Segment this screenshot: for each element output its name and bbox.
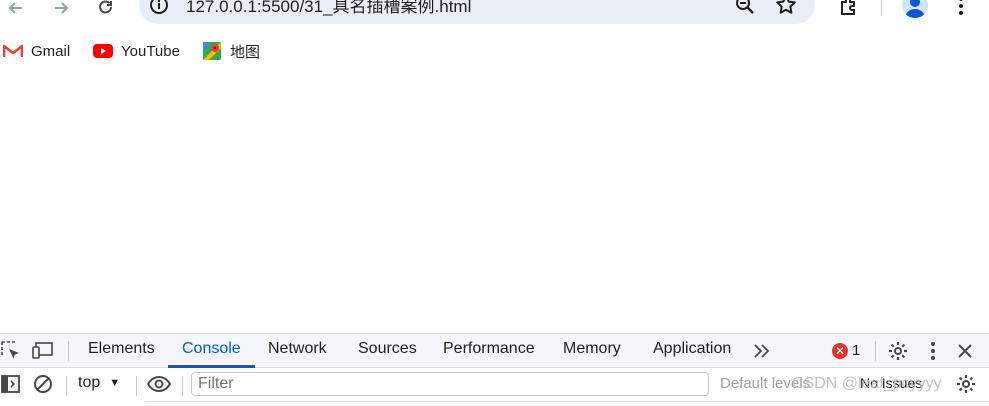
tab-performance[interactable]: Performance [443, 340, 535, 358]
forward-icon[interactable] [47, 0, 75, 22]
tab-sources[interactable]: Sources [358, 340, 417, 358]
context-selector[interactable]: top ▼ [78, 374, 120, 392]
url-text[interactable]: 127.0.0.1:5500/31_具名插槽案例.html [186, 0, 471, 17]
filter-box [191, 372, 709, 396]
gmail-icon [3, 43, 23, 59]
sidebar-toggle-icon[interactable] [0, 373, 22, 395]
console-settings-gear-icon[interactable] [955, 373, 977, 395]
toolbar-separator [66, 376, 67, 396]
filter-input[interactable] [192, 373, 708, 395]
devtools-panel: Elements Console Network Sources Perform… [0, 333, 989, 406]
bookmark-star-icon[interactable] [775, 0, 797, 16]
back-icon[interactable] [2, 0, 30, 22]
profile-icon[interactable] [902, 0, 928, 18]
bookmark-maps[interactable]: 地图 [202, 40, 260, 62]
browser-toolbar: 127.0.0.1:5500/31_具名插槽案例.html [0, 0, 989, 30]
site-info-icon[interactable] [148, 0, 170, 16]
console-divider [146, 401, 989, 402]
close-icon[interactable] [954, 340, 976, 362]
clear-console-icon[interactable] [32, 373, 54, 395]
tab-memory[interactable]: Memory [563, 340, 621, 358]
bookmark-label: Gmail [31, 42, 71, 60]
live-expression-eye-icon[interactable] [146, 373, 172, 395]
devtools-tab-bar: Elements Console Network Sources Perform… [0, 334, 989, 368]
toolbar-separator [136, 376, 137, 396]
bookmark-gmail[interactable]: Gmail [3, 40, 70, 62]
toolbar-separator [182, 376, 183, 396]
log-levels-dropdown[interactable]: Default levels [720, 375, 810, 392]
error-icon[interactable]: ✕ [832, 343, 848, 359]
menu-icon[interactable] [949, 0, 973, 18]
error-count[interactable]: 1 [852, 342, 860, 359]
tab-elements[interactable]: Elements [88, 340, 155, 358]
bookmarks-bar: Gmail YouTube 地图 [0, 36, 989, 66]
tab-separator [68, 341, 69, 361]
more-options-icon[interactable] [922, 340, 944, 362]
tab-console[interactable]: Console [182, 340, 241, 358]
active-tab-indicator [168, 365, 255, 368]
toolbar-divider [881, 0, 882, 16]
more-tabs-icon[interactable] [751, 340, 773, 362]
reload-icon[interactable] [92, 0, 120, 22]
zoom-icon[interactable] [734, 0, 756, 16]
issues-counter[interactable]: No Issues [860, 375, 922, 391]
bookmark-label: 地图 [230, 43, 261, 61]
tab-network[interactable]: Network [268, 340, 327, 358]
extensions-icon[interactable] [837, 0, 861, 18]
context-label: top [78, 374, 101, 391]
tab-separator [875, 341, 876, 361]
bookmark-youtube[interactable]: YouTube [93, 40, 180, 62]
device-toolbar-icon[interactable] [32, 340, 54, 362]
bookmark-label: YouTube [121, 42, 180, 60]
settings-gear-icon[interactable] [887, 340, 909, 362]
youtube-icon [93, 43, 113, 59]
inspect-element-icon[interactable] [0, 340, 22, 362]
dropdown-arrow-icon: ▼ [109, 377, 121, 389]
tab-application[interactable]: Application [653, 340, 731, 358]
maps-icon [202, 42, 222, 60]
